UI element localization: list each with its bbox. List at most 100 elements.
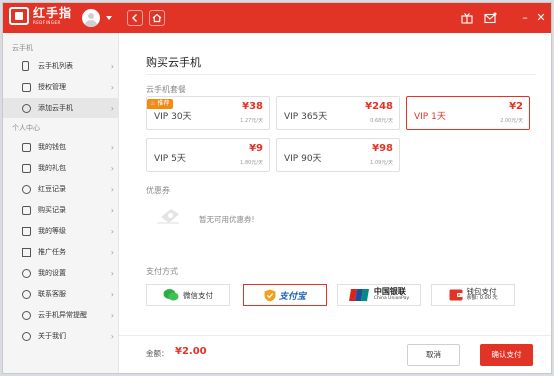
plan-vip-90[interactable]: VIP 90天 ¥98 1.09元/天 — [276, 138, 400, 172]
logo-icon — [9, 7, 29, 25]
sidebar-item-about[interactable]: 关于我们 › — [3, 326, 119, 346]
crown-icon — [22, 226, 31, 236]
receipt-icon — [22, 205, 31, 215]
pay-wechat-label: 微信支付 — [183, 290, 213, 300]
smile-icon — [22, 331, 31, 341]
total-amount: ¥2.00 — [175, 346, 207, 357]
plan-price: ¥98 — [372, 143, 393, 154]
plan-name: VIP 30天 — [154, 112, 192, 122]
sidebar-item-alerts[interactable]: 云手机异常提醒 › — [3, 305, 119, 325]
chevron-right-icon: › — [110, 82, 114, 92]
pay-alipay-label: 支付宝 — [278, 291, 306, 302]
divider — [146, 74, 536, 75]
sidebar: 云手机 云手机列表 › 授权管理 › 添加云手机 › 个人中心 我的钱包 › 我… — [3, 33, 119, 373]
divider — [119, 335, 551, 336]
plan-unit-price: 1.09元/天 — [370, 160, 393, 166]
sidebar-item-label: 云手机异常提醒 — [38, 311, 87, 319]
coupon-label: 优惠券 — [146, 186, 170, 195]
plan-name: VIP 90天 — [284, 154, 322, 164]
sidebar-item-wallet[interactable]: 我的钱包 › — [3, 137, 119, 157]
confirm-pay-button[interactable]: 确认支付 — [480, 344, 533, 366]
sidebar-item-gift[interactable]: 我的礼包 › — [3, 158, 119, 178]
chevron-right-icon: › — [110, 226, 114, 236]
sidebar-item-authorization[interactable]: 授权管理 › — [3, 77, 119, 97]
page-title: 购买云手机 — [146, 56, 201, 69]
plan-vip-1[interactable]: VIP 1天 ¥2 2.00元/天 — [406, 96, 530, 130]
add-circle-icon — [22, 103, 31, 113]
sidebar-item-level[interactable]: 我的等级 › — [3, 221, 119, 241]
chevron-right-icon: › — [110, 205, 114, 215]
sidebar-item-label: 购买记录 — [38, 206, 66, 214]
pay-unionpay-text: 中国银联 China UnionPay — [373, 287, 410, 302]
sidebar-item-label: 授权管理 — [38, 83, 66, 91]
sidebar-item-beans[interactable]: 红豆记录 › — [3, 179, 119, 199]
sidebar-item-label: 我的钱包 — [38, 143, 66, 151]
pay-unionpay[interactable]: 中国银联 China UnionPay — [337, 284, 421, 306]
sidebar-item-label: 我的等级 — [38, 227, 66, 235]
wallet-pay-icon — [449, 289, 462, 301]
chevron-right-icon: › — [110, 289, 114, 299]
plan-unit-price: 0.68元/天 — [370, 118, 393, 124]
title-bar: 红手指 REDFINGER – ✕ — [3, 3, 551, 33]
close-button[interactable]: ✕ — [534, 10, 548, 26]
sidebar-item-purchases[interactable]: 购买记录 › — [3, 200, 119, 220]
plan-price: ¥248 — [365, 101, 393, 112]
plan-unit-price: 2.00元/天 — [500, 118, 523, 124]
payment-label: 支付方式 — [146, 267, 178, 276]
chevron-right-icon: › — [110, 142, 114, 152]
gift-box-icon[interactable] — [460, 11, 474, 25]
hot-tag-label: 推荐 — [157, 100, 170, 107]
sidebar-item-promotion[interactable]: 推广任务 › — [3, 242, 119, 262]
unionpay-icon — [348, 289, 369, 301]
chevron-right-icon: › — [110, 247, 114, 257]
pay-wallet[interactable]: 钱包支付 余额: 0.00 元 — [431, 284, 515, 306]
pay-unionpay-sublabel: China UnionPay — [373, 295, 410, 301]
wallet-balance: 余额: 0.00 元 — [466, 295, 498, 302]
sidebar-item-label: 推广任务 — [38, 248, 66, 256]
gear-icon — [22, 268, 31, 278]
coupon-empty-icon — [157, 209, 179, 224]
wechat-icon — [163, 289, 179, 301]
chevron-down-icon[interactable] — [106, 16, 112, 20]
plan-vip-365[interactable]: VIP 365天 ¥248 0.68元/天 — [276, 96, 400, 130]
sidebar-section-cloud: 云手机 — [12, 44, 33, 52]
message-icon[interactable] — [483, 11, 497, 25]
back-button[interactable] — [127, 10, 143, 26]
avatar[interactable] — [82, 9, 100, 27]
gift-icon — [22, 163, 31, 173]
plan-name: VIP 1天 — [414, 112, 446, 122]
plan-unit-price: 1.80元/天 — [240, 160, 263, 166]
chevron-right-icon: › — [110, 103, 114, 113]
sidebar-item-label: 添加云手机 — [38, 104, 73, 112]
fire-icon: ♨ — [150, 100, 156, 107]
pay-alipay[interactable]: 支付宝 — [243, 284, 327, 306]
chevron-right-icon: › — [110, 184, 114, 194]
sidebar-item-add-phone[interactable]: 添加云手机 › — [3, 98, 119, 118]
home-button[interactable] — [149, 10, 165, 26]
app-logo: 红手指 REDFINGER — [9, 7, 72, 25]
shield-icon — [264, 289, 276, 301]
plan-vip-5[interactable]: VIP 5天 ¥9 1.80元/天 — [146, 138, 270, 172]
plans-label: 云手机套餐 — [146, 85, 186, 94]
cancel-button[interactable]: 取消 — [407, 344, 460, 366]
sidebar-item-label: 红豆记录 — [38, 185, 66, 193]
sidebar-item-label: 我的礼包 — [38, 164, 66, 172]
sidebar-item-phone-list[interactable]: 云手机列表 › — [3, 56, 119, 76]
minimize-button[interactable]: – — [518, 10, 532, 26]
logo-name: 红手指 — [33, 6, 73, 20]
sidebar-item-settings[interactable]: 我的设置 › — [3, 263, 119, 283]
chevron-right-icon: › — [110, 163, 114, 173]
plan-name: VIP 5天 — [154, 154, 186, 164]
app-window: 红手指 REDFINGER – ✕ 云手机 云手机列表 › 授权管理 › 添加云… — [2, 2, 552, 374]
sidebar-item-label: 我的设置 — [38, 269, 66, 277]
bean-icon — [22, 184, 31, 194]
chevron-right-icon: › — [110, 268, 114, 278]
sidebar-item-support[interactable]: 联系客服 › — [3, 284, 119, 304]
home-icon — [152, 13, 162, 23]
plan-unit-price: 1.27元/天 — [240, 118, 263, 124]
phone-icon — [22, 61, 29, 71]
wallet-icon — [22, 142, 31, 152]
alert-icon — [22, 310, 31, 320]
pay-wechat[interactable]: 微信支付 — [146, 284, 230, 306]
checkbox-icon — [22, 82, 31, 92]
